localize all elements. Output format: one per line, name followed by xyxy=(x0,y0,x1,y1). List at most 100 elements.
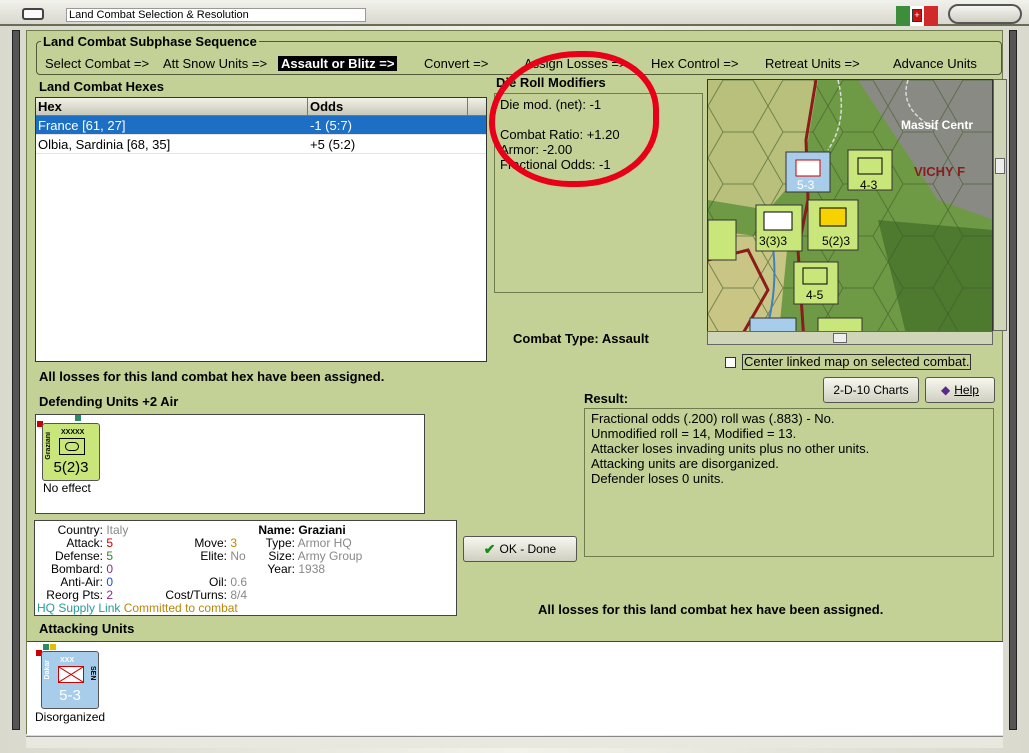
committed-status: Committed to combat xyxy=(123,601,238,615)
scrollbar-thumb[interactable] xyxy=(833,333,847,343)
year-label: Year: xyxy=(267,562,295,576)
armor-hq-symbol-icon xyxy=(59,438,85,455)
hq-supply-link: HQ Supply Link xyxy=(37,601,121,615)
table-header: Hex Odds xyxy=(36,98,486,116)
hex-cell: France [61, 27] xyxy=(38,118,126,133)
country-value: Italy xyxy=(106,523,129,537)
right-frame-bar xyxy=(1009,30,1017,730)
antiair-value: 0 xyxy=(106,575,114,589)
column-header-hex[interactable]: Hex xyxy=(36,98,308,115)
sequence-step-att-snow-units: Att Snow Units => xyxy=(163,56,268,71)
help-book-icon: ◆ xyxy=(941,383,951,397)
reorg-value: 2 xyxy=(106,588,114,602)
yellow-marker-icon xyxy=(50,644,56,650)
defense-value: 5 xyxy=(106,549,114,563)
map-vertical-scrollbar[interactable] xyxy=(993,79,1007,331)
losses-assigned-message-bottom: All losses for this land combat hex have… xyxy=(538,602,884,617)
sequence-step-convert: Convert => xyxy=(424,56,489,71)
charts-button[interactable]: 2-D-10 Charts xyxy=(823,377,919,403)
sequence-step-advance-units: Advance Units xyxy=(893,56,977,71)
attacking-unit-status: Disorganized xyxy=(35,710,106,724)
combat-type-label: Combat Type: Assault xyxy=(513,331,649,346)
ok-done-label: OK - Done xyxy=(499,542,557,556)
map-label-massif-central: Massif Centr xyxy=(901,118,974,132)
ok-done-button[interactable]: ✔ OK - Done xyxy=(463,536,577,562)
subphase-sequence-title: Land Combat Subphase Sequence xyxy=(41,34,259,49)
result-box: Fractional odds (.200) roll was (.883) -… xyxy=(584,408,994,557)
unit-strength: 5-3 xyxy=(59,687,81,704)
defending-units-box: Graziani XXXXX 5(2)3 No effect xyxy=(35,414,425,514)
map-counter-strength: 4-3 xyxy=(860,178,878,192)
scrollbar-thumb[interactable] xyxy=(995,158,1005,174)
left-frame-bar xyxy=(12,30,20,730)
center-map-checkbox[interactable] xyxy=(725,356,736,368)
main-panel: Land Combat Subphase Sequence Select Com… xyxy=(26,30,1007,735)
map-label-vichy: VICHY F xyxy=(914,164,966,179)
bottom-frame xyxy=(26,736,1003,748)
result-line: Unmodified roll = 14, Modified = 13. xyxy=(591,426,797,441)
drm-armor: Armor: -2.00 xyxy=(500,142,573,157)
sequence-step-hex-control: Hex Control => xyxy=(651,56,739,71)
unit-size: XXX xyxy=(60,657,75,664)
attacking-unit-counter[interactable]: Dakar XXX SEN 5-3 xyxy=(41,651,99,709)
sequence-step-assault-or-blitz: Assault or Blitz => xyxy=(278,56,398,71)
defending-units-title: Defending Units +2 Air xyxy=(39,394,179,409)
column-header-odds[interactable]: Odds xyxy=(308,98,468,115)
odds-cell: +5 (5:2) xyxy=(310,137,356,152)
help-button-label: Help xyxy=(954,383,979,397)
window-title: Land Combat Selection & Resolution xyxy=(66,8,366,22)
sequence-step-assign-losses: Assign Losses => xyxy=(524,56,627,71)
drm-blank xyxy=(500,112,697,127)
unit-strength: 5(2)3 xyxy=(53,459,89,476)
elite-value: No xyxy=(230,549,246,563)
unit-tag: SEN xyxy=(89,666,96,681)
oil-value: 0.6 xyxy=(230,575,248,589)
result-line: Attacking units are disorganized. xyxy=(591,456,779,471)
attack-value: 5 xyxy=(106,536,114,550)
attacking-units-title: Attacking Units xyxy=(39,621,135,636)
map-horizontal-scrollbar[interactable] xyxy=(707,331,993,345)
elite-label: Elite: xyxy=(200,549,227,563)
italy-flag-icon: + xyxy=(896,6,938,26)
map-counter-strength: 5(2)3 xyxy=(822,234,851,248)
result-line: Defender loses 0 units. xyxy=(591,471,724,486)
help-button[interactable]: ◆ Help xyxy=(925,377,995,403)
window-titlebar: Land Combat Selection & Resolution + xyxy=(0,0,1029,26)
land-combat-hexes-title: Land Combat Hexes xyxy=(39,79,164,94)
teal-marker-icon xyxy=(75,415,81,421)
drm-combat-ratio: Combat Ratio: +1.20 xyxy=(500,127,620,142)
charts-button-label: 2-D-10 Charts xyxy=(833,383,909,397)
checkmark-icon: ✔ xyxy=(483,540,496,557)
unit-size: XXXXX xyxy=(61,429,85,436)
linked-map[interactable]: Massif Centr VICHY F 5-3 4-3 3(3)3 5(2)3… xyxy=(707,79,993,341)
bombard-value: 0 xyxy=(106,562,114,576)
map-counter-strength: 5-3 xyxy=(797,178,815,192)
sequence-step-select-combat: Select Combat => xyxy=(45,56,150,71)
mechanized-symbol-icon xyxy=(58,666,84,683)
attacking-units-box: Dakar XXX SEN 5-3 Disorganized xyxy=(27,641,1003,735)
land-combat-hexes-table: Hex Odds France [61, 27] -1 (5:7) Olbia,… xyxy=(35,97,487,362)
drm-fractional-odds: Fractional Odds: -1 xyxy=(500,157,611,172)
teal-marker-icon xyxy=(43,644,49,650)
window-control-buttons[interactable] xyxy=(948,4,1022,24)
sequence-step-retreat-units: Retreat Units => xyxy=(765,56,860,71)
drm-net: Die mod. (net): -1 xyxy=(500,97,602,112)
type-value: Armor HQ xyxy=(297,536,352,550)
hex-cell: Olbia, Sardinia [68, 35] xyxy=(38,137,171,152)
result-line: Fractional odds (.200) roll was (.883) -… xyxy=(591,411,835,426)
table-row[interactable]: France [61, 27] -1 (5:7) xyxy=(36,116,486,135)
result-title: Result: xyxy=(584,391,629,406)
odds-cell: -1 (5:7) xyxy=(310,118,352,133)
defending-unit-counter[interactable]: Graziani XXXXX 5(2)3 xyxy=(42,423,100,481)
map-counter-strength: 4-5 xyxy=(806,288,824,302)
defending-unit-status: No effect xyxy=(43,481,91,495)
year-value: 1938 xyxy=(298,562,326,576)
unit-name: Dakar xyxy=(44,660,51,680)
center-map-option[interactable]: Center linked map on selected combat. xyxy=(725,354,972,370)
table-row[interactable]: Olbia, Sardinia [68, 35] +5 (5:2) xyxy=(36,135,486,154)
losses-assigned-message-top: All losses for this land combat hex have… xyxy=(39,369,385,384)
window-menu-icon[interactable] xyxy=(22,8,44,20)
unit-info-panel: Country: Italy Attack: 5 Defense: 5 Bomb… xyxy=(34,520,457,616)
cost-value: 8/4 xyxy=(230,588,248,602)
die-roll-modifiers-box: Die mod. (net): -1 Combat Ratio: +1.20 A… xyxy=(494,93,703,293)
